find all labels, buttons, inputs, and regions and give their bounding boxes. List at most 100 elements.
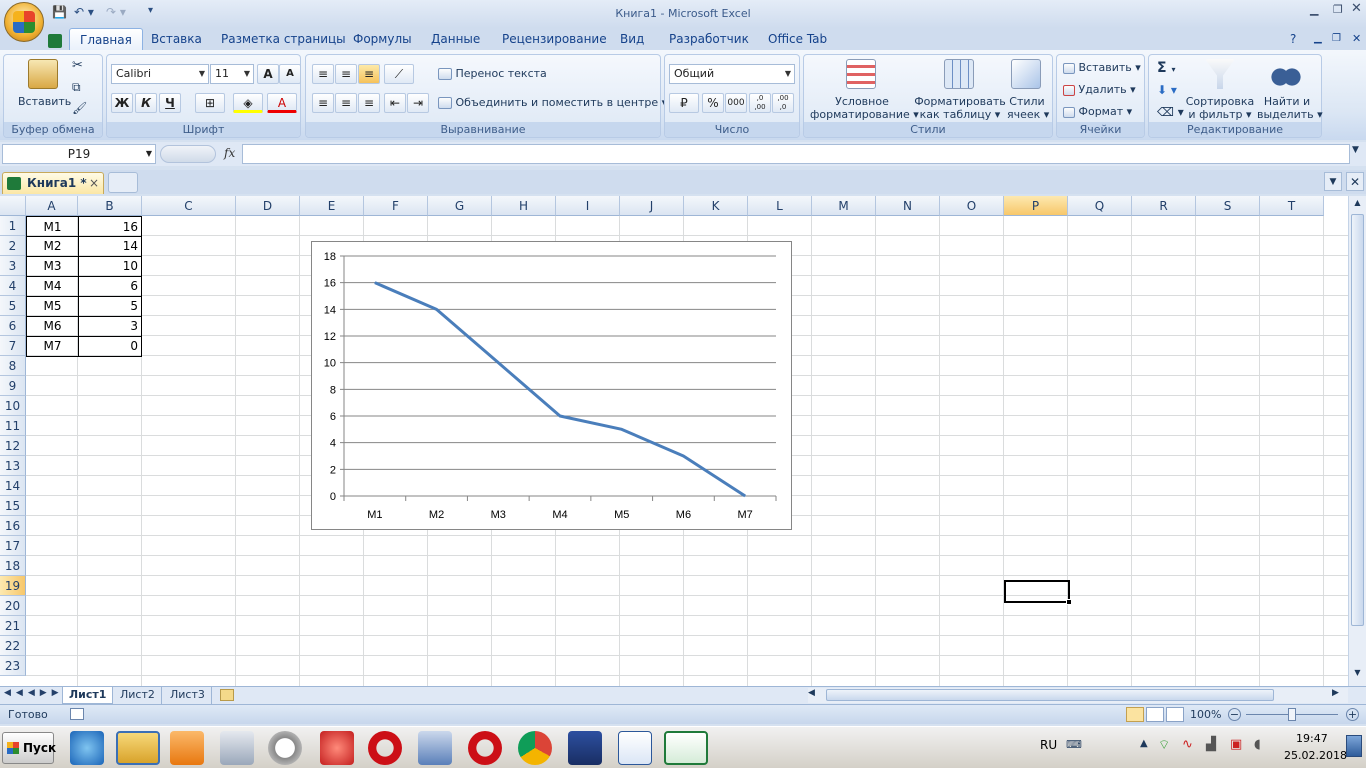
normal-view-icon[interactable] [1126,707,1144,722]
copy-icon[interactable]: ⧉ [72,80,81,95]
column-header-k[interactable]: K [684,196,748,216]
vscroll-thumb[interactable] [1351,214,1364,626]
row-header-7[interactable]: 7 [0,336,26,356]
cell-b6[interactable]: 3 [78,316,142,337]
row-header-12[interactable]: 12 [0,436,26,456]
word-icon[interactable] [618,731,652,765]
column-header-s[interactable]: S [1196,196,1260,216]
close-window-icon[interactable]: ✕ [1351,1,1362,16]
column-header-o[interactable]: O [940,196,1004,216]
column-header-g[interactable]: G [428,196,492,216]
opera-alt-icon[interactable] [468,731,502,765]
clock-app-icon[interactable] [268,731,302,765]
tab-view[interactable]: Вид [610,28,654,50]
fx-button[interactable]: fx [224,146,235,160]
fill-icon[interactable]: ⬇ ▾ [1157,83,1177,97]
row-header-17[interactable]: 17 [0,536,26,556]
row-header-13[interactable]: 13 [0,456,26,476]
insert-cells-button[interactable]: Вставить ▾ [1063,61,1141,74]
row-header-9[interactable]: 9 [0,376,26,396]
formula-expand-icon[interactable] [160,145,216,163]
calculator-icon[interactable] [220,731,254,765]
column-header-p[interactable]: P [1004,196,1068,216]
column-header-h[interactable]: H [492,196,556,216]
underline-button[interactable]: Ч [159,93,181,113]
volume-icon[interactable]: ◖ [1254,737,1261,752]
line-chart[interactable]: 0 2 4 6 8 10 12 14 16 18 M1 M2 M3 M4 M5 M6 M7 [311,241,792,530]
italic-button[interactable]: К [135,93,157,113]
column-header-l[interactable]: L [748,196,812,216]
format-cells-button[interactable]: Формат ▾ [1063,105,1132,118]
decrease-decimal-button[interactable]: ,00 ,0 [772,93,794,113]
tab-insert[interactable]: Вставка [141,28,212,50]
opera-icon[interactable] [368,731,402,765]
align-left-icon[interactable]: ≡ [312,93,334,113]
row-header-11[interactable]: 11 [0,416,26,436]
thousands-button[interactable]: 000 [725,93,747,113]
grow-font-button[interactable]: A [257,64,279,84]
clock-time[interactable]: 19:47 [1296,732,1328,745]
column-header-b[interactable]: B [78,196,142,216]
zoom-out-icon[interactable]: − [1228,708,1241,721]
column-header-j[interactable]: J [620,196,684,216]
row-header-4[interactable]: 4 [0,276,26,296]
row-header-15[interactable]: 15 [0,496,26,516]
hscroll-thumb[interactable] [826,689,1274,701]
cell-b3[interactable]: 10 [78,256,142,277]
restore-icon[interactable]: ❐ [1333,3,1343,16]
cell-b5[interactable]: 5 [78,296,142,317]
autosum-button[interactable]: Σ ▾ [1157,60,1175,76]
column-header-r[interactable]: R [1132,196,1196,216]
cell-a4[interactable]: M4 [26,276,79,297]
merge-center-button[interactable]: Объединить и поместить в центре ▾ [438,96,667,109]
explorer-icon[interactable] [116,731,160,765]
horizontal-scrollbar[interactable]: ◀ ▶ [808,688,1348,703]
tab-developer[interactable]: Разработчик [659,28,759,50]
excel-taskbar-icon[interactable] [664,731,708,765]
chrome-icon[interactable] [518,731,552,765]
tab-page-layout[interactable]: Разметка страницы [211,28,356,50]
font-size-combo[interactable]: 11 ▼ [210,64,254,84]
column-header-i[interactable]: I [556,196,620,216]
column-header-c[interactable]: C [142,196,236,216]
keyboard-icon[interactable]: ⌨ [1066,738,1082,751]
column-header-f[interactable]: F [364,196,428,216]
bold-button[interactable]: Ж [111,93,133,113]
column-header-e[interactable]: E [300,196,364,216]
align-middle-icon[interactable]: ≡ [335,64,357,84]
camera-icon[interactable] [320,731,354,765]
tab-list-icon[interactable]: ▼ [1324,172,1342,191]
cell-a2[interactable]: M2 [26,236,79,257]
format-painter-icon[interactable]: 🖌 [72,101,87,115]
paste-button[interactable]: Вставить [18,95,71,108]
clear-icon[interactable]: ⌫ ▾ [1157,105,1184,119]
activity-icon[interactable]: ∿ [1182,737,1193,752]
doc-tab-book1[interactable]: Книга1 * × [2,172,104,194]
row-header-16[interactable]: 16 [0,516,26,536]
tab-review[interactable]: Рецензирование [492,28,617,50]
tab-home[interactable]: Главная [69,28,143,50]
row-header-2[interactable]: 2 [0,236,26,256]
cell-b2[interactable]: 14 [78,236,142,257]
new-tab-button[interactable] [108,172,138,193]
insert-sheet-icon[interactable] [220,689,234,701]
row-header-1[interactable]: 1 [0,216,26,236]
zoom-slider-thumb[interactable] [1288,708,1296,721]
zoom-level[interactable]: 100% [1190,708,1221,721]
column-header-q[interactable]: Q [1068,196,1132,216]
delete-cells-button[interactable]: Удалить ▾ [1063,83,1136,96]
sheet-tab-1[interactable]: Лист1 [62,687,114,704]
cell-styles-button[interactable]: Стили ячеек ▾ [1007,95,1049,121]
cut-icon[interactable]: ✂ [72,58,83,73]
cell-a5[interactable]: M5 [26,296,79,317]
hscroll-left-icon[interactable]: ◀ [808,688,815,698]
network-icon[interactable]: ⌔ [1158,737,1170,753]
number-format-combo[interactable]: Общий ▼ [669,64,795,84]
align-right-icon[interactable]: ≡ [358,93,380,113]
row-header-18[interactable]: 18 [0,556,26,576]
hscroll-right-icon[interactable]: ▶ [1332,688,1339,698]
sheet-tab-3[interactable]: Лист3 [164,687,212,704]
show-desktop-icon[interactable] [1346,735,1362,757]
tab-office-tab[interactable]: Office Tab [758,28,837,50]
security-icon[interactable]: ▣ [1230,737,1242,752]
